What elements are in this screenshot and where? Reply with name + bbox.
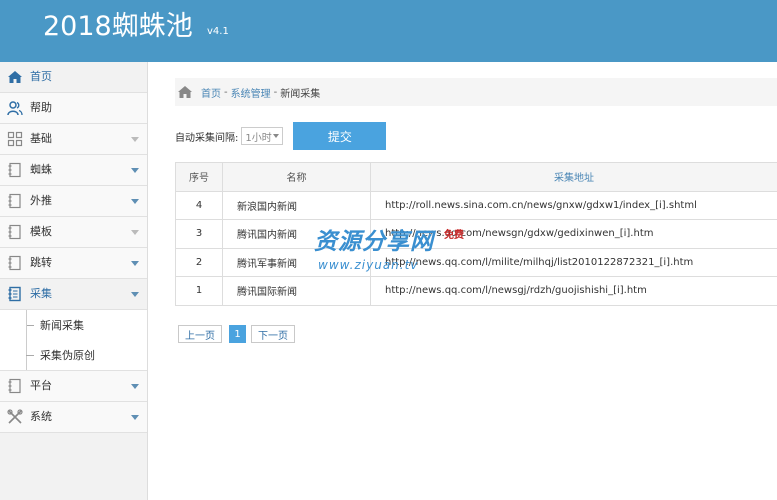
chevron-down-icon — [131, 261, 139, 266]
submenu-item-news-collect[interactable]: 新闻采集 — [0, 310, 147, 370]
row-name: 腾讯国际新闻 — [222, 276, 371, 306]
tools-icon — [0, 402, 30, 432]
table-row[interactable]: 4 新浪国内新闻 http://roll.news.sina.com.cn/ne… — [175, 190, 777, 220]
next-page-button[interactable]: 下一页 — [251, 325, 295, 343]
row-url: http://news.qq.com/newsgn/gdxw/gedixinwe… — [370, 219, 777, 249]
collect-sources-table: 序号 名称 采集地址 4 新浪国内新闻 http://roll.news.sin… — [175, 162, 777, 306]
home-icon[interactable] — [177, 84, 193, 100]
sidebar-item-spider[interactable]: 蜘蛛 — [0, 155, 147, 186]
breadcrumb-current: 新闻采集 — [280, 88, 321, 100]
row-id: 3 — [175, 219, 223, 249]
row-url: http://news.qq.com/l/milite/milhqj/list2… — [370, 247, 777, 277]
breadcrumb: 首页 - 系统管理 - 新闻采集 — [175, 78, 777, 106]
sidebar-item-label: 外推 — [30, 194, 52, 207]
current-page[interactable]: 1 — [229, 325, 246, 343]
sidebar-item-platform[interactable]: 平台 — [0, 371, 147, 402]
sidebar-item-label: 系统 — [30, 410, 52, 423]
sidebar-item-system[interactable]: 系统 — [0, 402, 147, 433]
table-row[interactable]: 3 腾讯国内新闻 http://news.qq.com/newsgn/gdxw/… — [175, 219, 777, 249]
sidebar-item-help[interactable]: 帮助 — [0, 93, 147, 124]
notebook-icon — [0, 279, 30, 309]
collect-interval-form: 自动采集间隔: 1小时 提交 — [175, 122, 387, 150]
sidebar-item-collect[interactable]: 采集 — [0, 279, 147, 310]
interval-label: 自动采集间隔: — [175, 132, 239, 144]
sidebar-item-template[interactable]: 模板 — [0, 217, 147, 248]
chevron-down-icon — [131, 137, 139, 142]
row-id: 2 — [175, 247, 223, 277]
breadcrumb-separator: - — [273, 86, 278, 98]
row-name: 新浪国内新闻 — [222, 190, 371, 220]
sidebar-item-label: 模板 — [30, 225, 52, 238]
sidebar-item-label: 平台 — [30, 379, 52, 392]
sidebar-item-home[interactable]: 首页 — [0, 62, 147, 93]
interval-select[interactable]: 1小时 — [241, 127, 284, 145]
row-url: http://roll.news.sina.com.cn/news/gnxw/g… — [370, 190, 777, 220]
column-header-url: 采集地址 — [370, 162, 777, 192]
row-id: 4 — [175, 190, 223, 220]
submit-button[interactable]: 提交 — [293, 122, 387, 150]
sidebar-item-label: 基础 — [30, 132, 52, 145]
sidebar-item-promote[interactable]: 外推 — [0, 186, 147, 217]
home-icon — [0, 62, 30, 92]
top-header: 2018蜘蛛池 v4.1 — [0, 0, 777, 62]
chevron-down-icon — [131, 168, 139, 173]
breadcrumb-home-link[interactable]: 首页 — [201, 85, 221, 100]
row-name: 腾讯军事新闻 — [222, 247, 371, 277]
chevron-down-icon — [131, 199, 139, 204]
notebook-icon — [0, 217, 30, 247]
submenu-item-pseudo-original[interactable]: 采集伪原创 — [0, 340, 147, 370]
chevron-down-icon — [131, 384, 139, 389]
pagination: 上一页 1 下一页 — [178, 325, 295, 343]
column-header-id: 序号 — [175, 162, 223, 192]
prev-page-button[interactable]: 上一页 — [178, 325, 222, 343]
chevron-down-icon — [273, 134, 280, 138]
sidebar-item-label: 首页 — [30, 70, 52, 83]
notebook-icon — [0, 248, 30, 278]
notebook-icon — [0, 186, 30, 216]
sidebar-item-label: 跳转 — [30, 256, 52, 269]
row-name: 腾讯国内新闻 — [222, 219, 371, 249]
sidebar-item-redirect[interactable]: 跳转 — [0, 248, 147, 279]
chevron-down-icon — [131, 230, 139, 235]
chevron-down-icon — [131, 415, 139, 420]
sidebar-item-label: 采集 — [30, 287, 52, 300]
row-id: 1 — [175, 276, 223, 306]
row-url: http://news.qq.com/l/newsgj/rdzh/guojish… — [370, 276, 777, 306]
users-icon — [0, 93, 30, 123]
breadcrumb-separator: - — [224, 86, 228, 98]
notebook-icon — [0, 155, 30, 185]
notebook-icon — [0, 371, 30, 401]
interval-select-value: 1小时 — [245, 132, 272, 144]
table-row[interactable]: 2 腾讯军事新闻 http://news.qq.com/l/milite/mil… — [175, 247, 777, 277]
version-label: v4.1 — [207, 26, 229, 37]
sidebar-item-label: 蜘蛛 — [30, 163, 52, 176]
sidebar-item-label: 帮助 — [30, 101, 52, 114]
breadcrumb-section-link[interactable]: 系统管理 — [231, 85, 271, 100]
chevron-down-icon — [131, 292, 139, 297]
table-row[interactable]: 1 腾讯国际新闻 http://news.qq.com/l/newsgj/rdz… — [175, 276, 777, 306]
table-header-row: 序号 名称 采集地址 — [175, 162, 777, 192]
column-header-name: 名称 — [222, 162, 371, 192]
brand-title: 2018蜘蛛池 — [43, 11, 193, 42]
sidebar-item-basic[interactable]: 基础 — [0, 124, 147, 155]
grid-icon — [0, 124, 30, 154]
sidebar: 首页 帮助 基础 蜘蛛 外推 模板 跳转 采集 新闻采集 采集伪原创 平台 系统 — [0, 62, 148, 500]
collect-submenu: 新闻采集 采集伪原创 — [0, 310, 147, 371]
